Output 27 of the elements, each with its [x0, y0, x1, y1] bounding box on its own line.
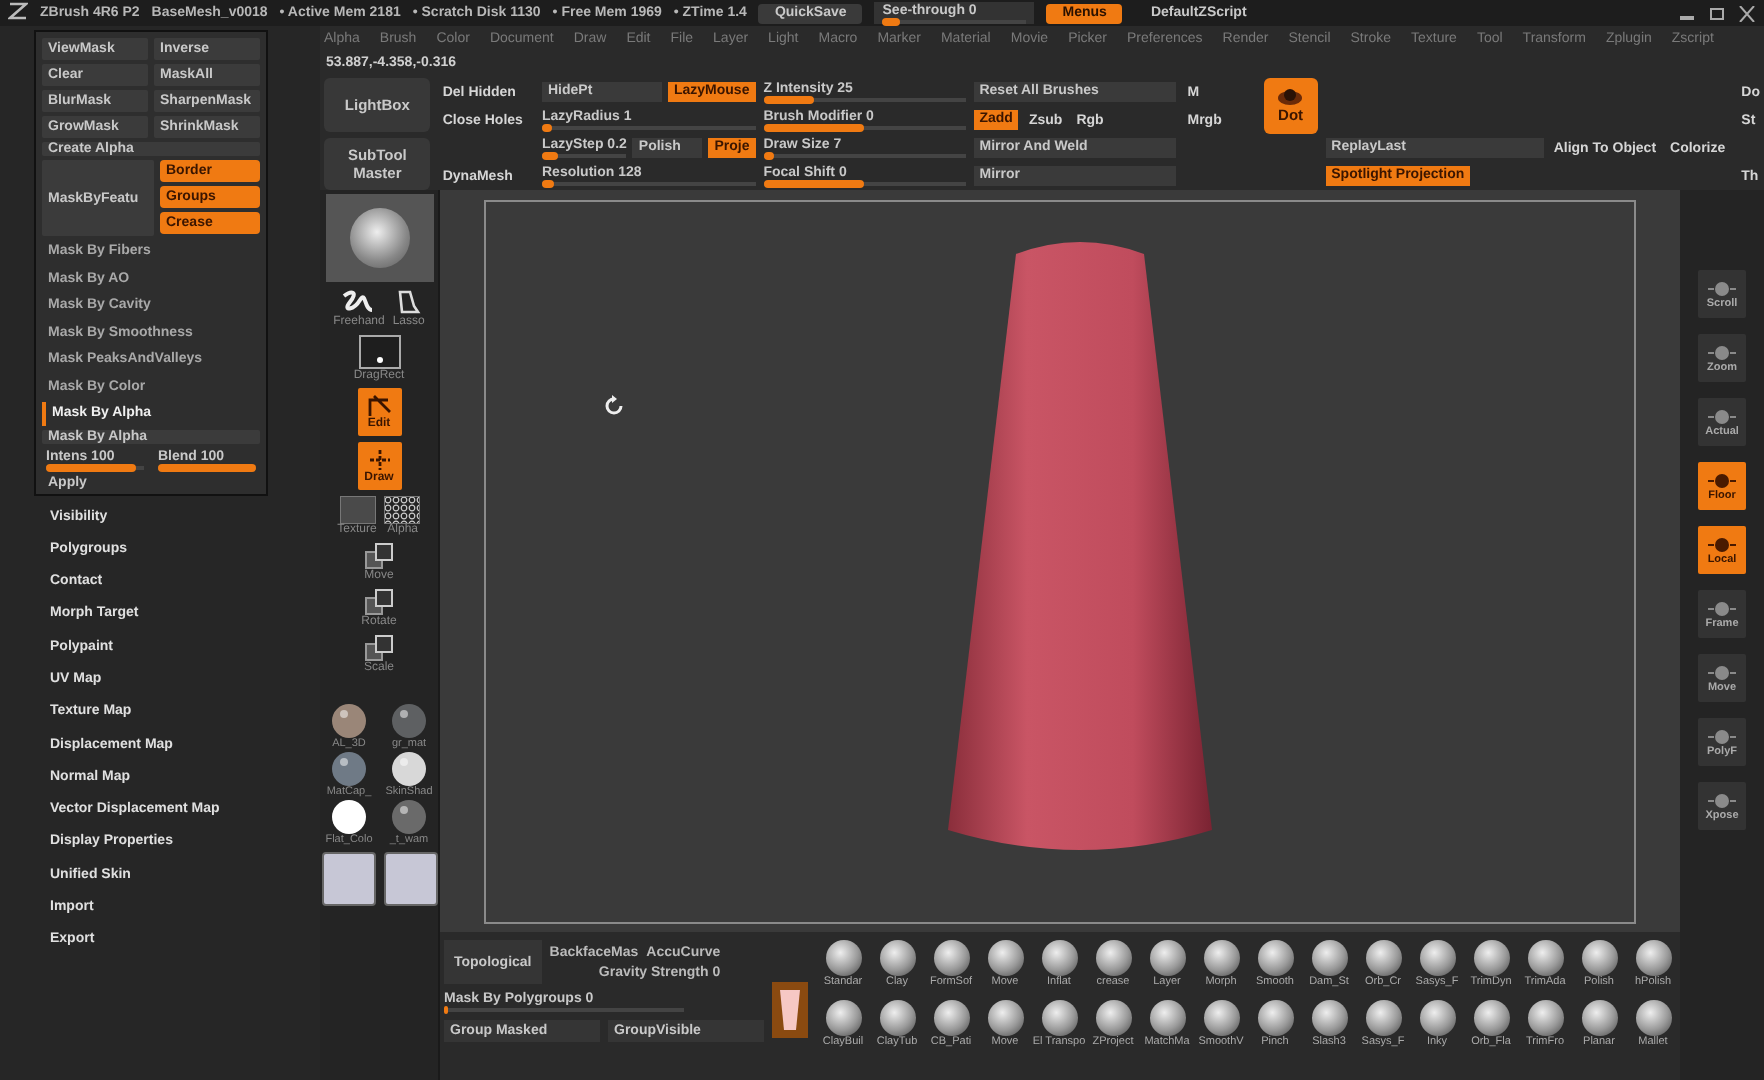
stacked-squares-icon — [363, 588, 395, 616]
rotate-cursor-icon — [602, 394, 626, 418]
view-control-icon — [1706, 343, 1738, 361]
crosshair-icon — [365, 448, 393, 472]
view-control-icon — [1706, 663, 1738, 681]
edit-icon — [365, 394, 393, 418]
view-control-icon — [1706, 791, 1738, 809]
view-control-icon — [1706, 471, 1738, 489]
view-control-icon — [1706, 279, 1738, 297]
view-control-icon — [1706, 535, 1738, 553]
view-control-icon — [1706, 599, 1738, 617]
color-swatch[interactable] — [383, 852, 437, 906]
current-brush-icon[interactable] — [772, 982, 808, 1038]
color-swatch[interactable] — [321, 852, 375, 906]
dot-brush-icon — [1276, 88, 1305, 106]
texture-thumbnail-icon — [384, 496, 421, 524]
brush-preview[interactable] — [325, 194, 433, 282]
stacked-squares-icon — [363, 634, 395, 662]
window-restore-icon[interactable] — [1708, 5, 1726, 21]
view-control-icon — [1706, 727, 1738, 745]
lasso-icon — [394, 288, 423, 316]
close-icon[interactable] — [1738, 5, 1756, 21]
stacked-squares-icon — [363, 542, 395, 570]
texture-thumbnail-icon — [339, 496, 375, 524]
squiggle-icon — [340, 288, 377, 316]
app-logo-icon — [8, 2, 28, 24]
view-control-icon — [1706, 407, 1738, 425]
